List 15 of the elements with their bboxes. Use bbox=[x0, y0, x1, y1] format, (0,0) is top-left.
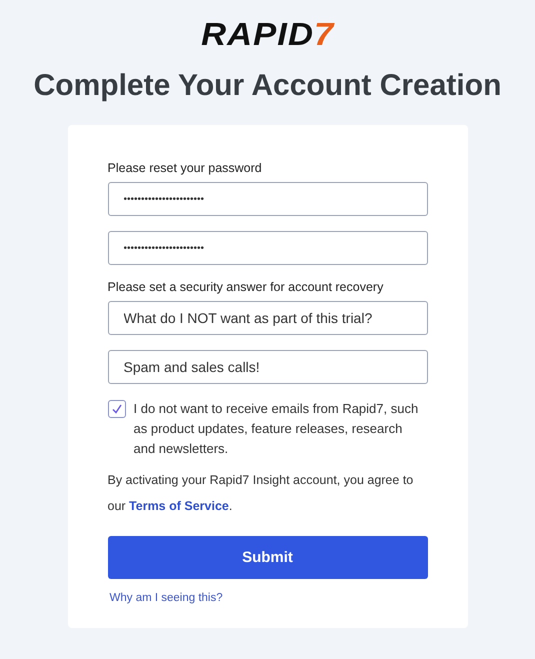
field-label: Please set a security answer for account recovery bbox=[108, 280, 384, 294]
check-icon bbox=[110, 403, 122, 415]
checkbox-label: I do not want to receive emails from Rapid7, such as product updates, feature releases, research and newsletters. bbox=[134, 400, 420, 458]
password-field[interactable]: ••••••••••••••••••••••• bbox=[108, 231, 428, 265]
input-field[interactable]: Spam and sales calls! bbox=[108, 350, 428, 384]
help-link[interactable]: Why am I seeing this? bbox=[110, 592, 223, 604]
password-field[interactable]: ••••••••••••••••••••••• bbox=[108, 182, 428, 216]
input-field[interactable]: What do I NOT want as part of this trial? bbox=[108, 301, 428, 335]
terms-link[interactable]: Terms of Service bbox=[129, 499, 229, 513]
page-title: Complete Your Account Creation bbox=[34, 68, 502, 104]
submit-button[interactable]: Submit bbox=[108, 536, 428, 579]
logo: RAPID7 bbox=[200, 16, 334, 52]
agreement-text: By activating your Rapid7 Insight account, you agree to our Terms of Service. bbox=[108, 472, 414, 515]
checkbox[interactable] bbox=[108, 400, 126, 418]
field-label: Please reset your password bbox=[108, 161, 263, 175]
